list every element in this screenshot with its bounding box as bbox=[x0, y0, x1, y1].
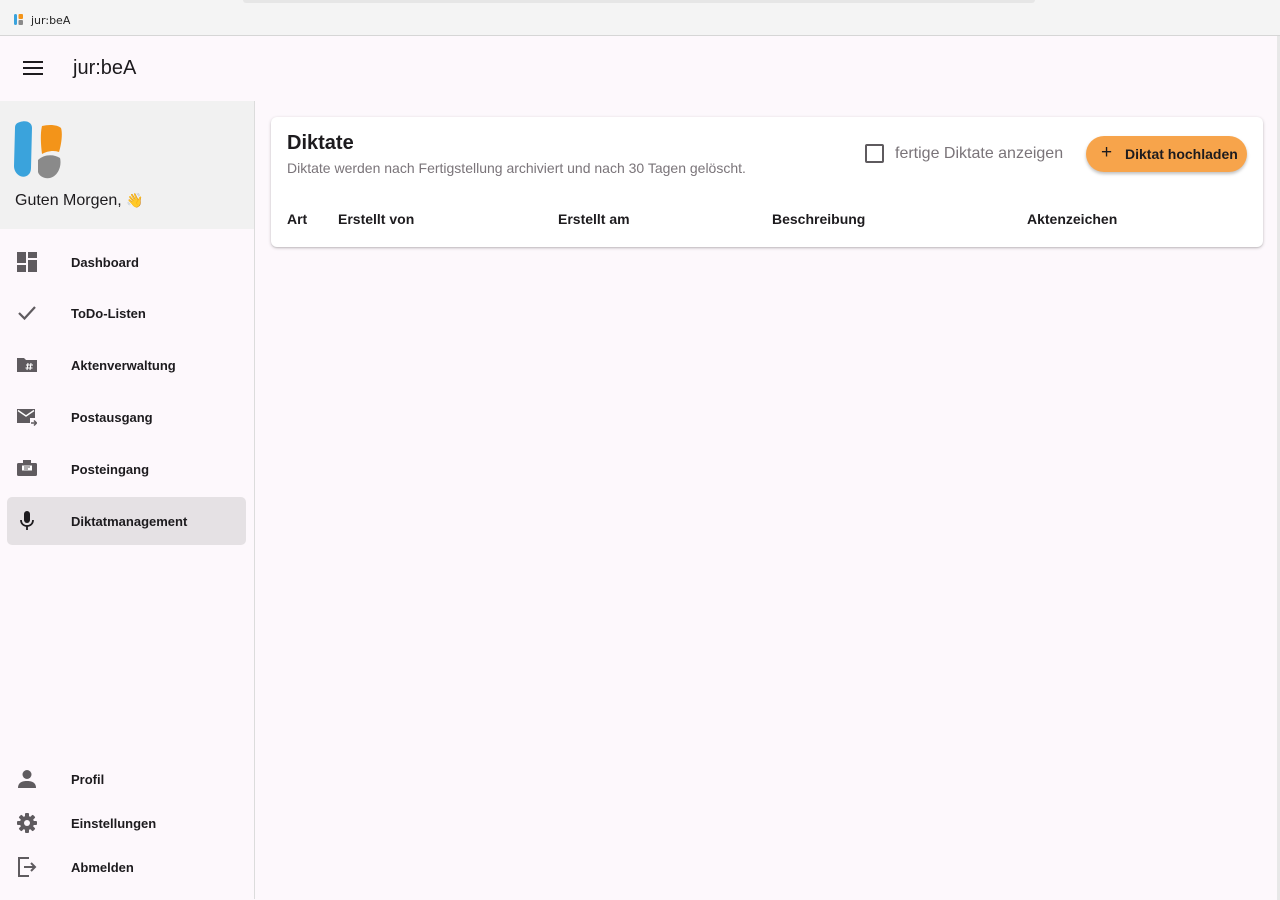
window-title-bar: jur:beA bbox=[0, 0, 1280, 36]
greeting: Guten Morgen, 👋 bbox=[15, 192, 144, 210]
app-title: jur:beA bbox=[73, 57, 137, 79]
app-header: jur:beA bbox=[0, 36, 1280, 101]
upload-diktat-button[interactable]: + Diktat hochladen bbox=[1086, 136, 1247, 172]
sidebar-item-label: Posteingang bbox=[71, 462, 150, 477]
mail-send-icon bbox=[17, 409, 37, 427]
plus-icon: + bbox=[1101, 142, 1113, 163]
sidebar-item-label: Abmelden bbox=[71, 860, 134, 875]
sidebar-item-label: Diktatmanagement bbox=[71, 514, 188, 529]
app-logo-small-icon bbox=[14, 14, 23, 25]
show-finished-label[interactable]: fertige Diktate anzeigen bbox=[895, 145, 1063, 163]
column-header-aktenzeichen[interactable]: Aktenzeichen bbox=[1027, 211, 1117, 227]
sidebar-item-dashboard[interactable]: Dashboard bbox=[7, 238, 246, 286]
dashboard-icon bbox=[17, 252, 37, 272]
menu-icon[interactable] bbox=[23, 61, 43, 77]
column-header-erstellt-von[interactable]: Erstellt von bbox=[338, 211, 414, 227]
sidebar-item-label: Profil bbox=[71, 772, 105, 787]
column-header-art[interactable]: Art bbox=[287, 211, 307, 227]
check-icon bbox=[18, 306, 36, 321]
upload-button-label: Diktat hochladen bbox=[1125, 146, 1238, 162]
sidebar-item-postausgang[interactable]: Postausgang bbox=[7, 393, 246, 441]
app-logo bbox=[14, 121, 62, 179]
diktate-card: Diktate Diktate werden nach Fertigstellu… bbox=[271, 117, 1263, 247]
sidebar-item-posteingang[interactable]: Posteingang bbox=[7, 445, 246, 493]
wave-emoji-icon: 👋 bbox=[126, 192, 144, 208]
sidebar-item-label: ToDo-Listen bbox=[71, 306, 146, 321]
logout-icon bbox=[18, 857, 37, 877]
greeting-text: Guten Morgen, bbox=[15, 192, 122, 209]
sidebar-item-profil[interactable]: Profil bbox=[7, 755, 246, 803]
sidebar-item-diktatmanagement[interactable]: Diktatmanagement bbox=[7, 497, 246, 545]
window-title: jur:beA bbox=[31, 14, 71, 27]
sidebar-item-todo[interactable]: ToDo-Listen bbox=[7, 289, 246, 337]
sidebar-item-aktenverwaltung[interactable]: Aktenverwaltung bbox=[7, 341, 246, 389]
sidebar: Guten Morgen, 👋 Dashboard ToDo-Listen Ak… bbox=[0, 101, 255, 899]
profile-header: Guten Morgen, 👋 bbox=[0, 101, 254, 229]
sidebar-item-label: Dashboard bbox=[71, 255, 139, 270]
gear-icon bbox=[17, 813, 37, 833]
person-icon bbox=[18, 770, 36, 788]
sidebar-item-einstellungen[interactable]: Einstellungen bbox=[7, 799, 246, 847]
column-header-beschreibung[interactable]: Beschreibung bbox=[772, 211, 865, 227]
inbox-icon bbox=[17, 460, 37, 476]
sidebar-item-label: Einstellungen bbox=[71, 816, 157, 831]
mic-icon bbox=[20, 511, 34, 530]
page-title: Diktate bbox=[287, 132, 354, 154]
column-header-erstellt-am[interactable]: Erstellt am bbox=[558, 211, 630, 227]
sidebar-item-label: Postausgang bbox=[71, 410, 153, 425]
sidebar-item-abmelden[interactable]: Abmelden bbox=[7, 843, 246, 891]
page-subtitle: Diktate werden nach Fertigstellung archi… bbox=[287, 160, 746, 176]
show-finished-checkbox[interactable] bbox=[865, 144, 884, 163]
folder-hash-icon bbox=[17, 358, 37, 372]
title-bar-tab-strip bbox=[243, 0, 1035, 3]
sidebar-item-label: Aktenverwaltung bbox=[71, 358, 176, 373]
